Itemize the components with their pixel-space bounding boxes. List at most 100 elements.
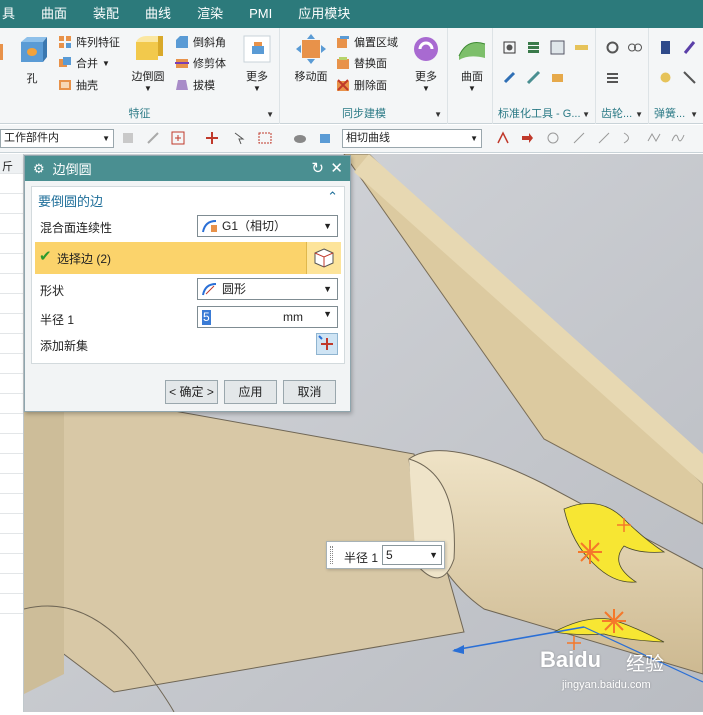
- bolt-icon[interactable]: [502, 40, 517, 55]
- draft-button[interactable]: 拔模: [175, 75, 215, 95]
- offset-region-button[interactable]: 偏置区域: [336, 32, 398, 52]
- ok-button[interactable]: < 确定 >: [165, 380, 218, 404]
- snap-icon[interactable]: [146, 131, 160, 145]
- bearing-icon[interactable]: [658, 70, 673, 85]
- gear-icon[interactable]: [605, 40, 620, 55]
- close-icon[interactable]: ✕: [330, 159, 343, 177]
- apply-button[interactable]: 应用: [224, 380, 277, 404]
- cursor-icon[interactable]: [232, 131, 246, 145]
- feature-more-dropdown-arrow[interactable]: ▼: [253, 84, 261, 93]
- side-face[interactable]: [24, 384, 64, 694]
- navigator-row[interactable]: [0, 594, 23, 614]
- spring-group-dropdown[interactable]: ▼: [690, 110, 698, 119]
- navigator-row[interactable]: [0, 454, 23, 474]
- drag-handle[interactable]: [330, 546, 333, 564]
- pin-icon[interactable]: [682, 40, 697, 55]
- navigator-row[interactable]: [0, 234, 23, 254]
- hole-button[interactable]: 孔: [14, 36, 50, 86]
- menu-item-tools[interactable]: 具: [0, 0, 28, 28]
- navigator-row[interactable]: [0, 474, 23, 494]
- menu-item-pmi[interactable]: PMI: [236, 0, 285, 28]
- grid-icon[interactable]: [550, 40, 565, 55]
- wrench-icon[interactable]: [502, 70, 517, 85]
- shape-select[interactable]: 圆形 ▼: [197, 278, 338, 300]
- navigator-row[interactable]: [0, 314, 23, 334]
- filter-icon[interactable]: [121, 131, 135, 145]
- gear-group-dropdown[interactable]: ▼: [635, 110, 643, 119]
- stack-icon[interactable]: [526, 40, 541, 55]
- arc-icon[interactable]: [621, 131, 635, 145]
- gear-list-icon[interactable]: [605, 70, 620, 85]
- ruler-icon[interactable]: [574, 40, 589, 55]
- body-select-icon[interactable]: [318, 131, 332, 145]
- line-icon[interactable]: [572, 131, 586, 145]
- menu-item-curve[interactable]: 曲线: [132, 0, 184, 28]
- navigator-row[interactable]: [0, 414, 23, 434]
- navigator-row[interactable]: [0, 194, 23, 214]
- polyline-icon[interactable]: [647, 131, 661, 145]
- delete-face-button[interactable]: 删除面: [336, 75, 387, 95]
- navigator-row[interactable]: [0, 294, 23, 314]
- navigator-row[interactable]: [0, 514, 23, 534]
- navigator-row[interactable]: [0, 274, 23, 294]
- curve-rule-combo[interactable]: 相切曲线 ▼: [342, 129, 482, 148]
- navigator-row[interactable]: [0, 354, 23, 374]
- part-icon[interactable]: [550, 70, 565, 85]
- unite-button[interactable]: 合并 ▼: [58, 53, 110, 73]
- cancel-button[interactable]: 取消: [283, 380, 336, 404]
- navigator-row[interactable]: [0, 574, 23, 594]
- navigator-row[interactable]: [0, 374, 23, 394]
- navigator-row[interactable]: [0, 334, 23, 354]
- chevron-down-icon[interactable]: ▼: [323, 309, 332, 319]
- edge-blend-dropdown-arrow[interactable]: ▼: [144, 84, 152, 93]
- selection-scope-combo[interactable]: 工作部件内 ▼: [0, 129, 114, 148]
- radius-input[interactable]: 5 mm ▼: [197, 306, 338, 328]
- trim-body-button[interactable]: 修剪体: [175, 53, 226, 73]
- point-snap-icon[interactable]: [205, 131, 219, 145]
- radius-handle-star[interactable]: [578, 540, 602, 564]
- face-select-icon[interactable]: [293, 131, 307, 145]
- tangent-curve-icon[interactable]: [496, 131, 510, 145]
- rectangle-select-icon[interactable]: [258, 131, 272, 145]
- chamfer-button[interactable]: 倒斜角: [175, 32, 226, 52]
- feature-group-dropdown[interactable]: ▼: [266, 110, 274, 119]
- select-box-icon[interactable]: [171, 131, 185, 145]
- navigator-row[interactable]: [0, 434, 23, 454]
- spline-icon[interactable]: [671, 131, 685, 145]
- surface-button[interactable]: 曲面 ▼: [455, 34, 489, 93]
- arrow-right-icon[interactable]: [520, 131, 534, 145]
- pattern-feature-button[interactable]: 阵列特征: [58, 32, 120, 52]
- menu-item-assembly[interactable]: 装配: [80, 0, 132, 28]
- navigator-row[interactable]: [0, 174, 23, 194]
- radius-tip-input[interactable]: 5 ▼: [382, 545, 442, 565]
- key-icon[interactable]: [682, 70, 697, 85]
- radius-value[interactable]: 5: [202, 310, 211, 325]
- unite-dropdown-arrow[interactable]: ▼: [102, 59, 110, 68]
- intersect-icon[interactable]: [546, 131, 560, 145]
- edge-blend-button[interactable]: 边倒圆 ▼: [128, 34, 168, 93]
- replace-face-button[interactable]: 替换面: [336, 53, 387, 73]
- sync-more-button[interactable]: 更多 ▼: [409, 34, 443, 93]
- menu-item-application[interactable]: 应用模块: [285, 0, 363, 28]
- menu-item-render[interactable]: 渲染: [184, 0, 236, 28]
- navigator-row[interactable]: [0, 554, 23, 574]
- gear-pair-icon[interactable]: [627, 40, 642, 55]
- line2-icon[interactable]: [597, 131, 611, 145]
- sync-more-dropdown-arrow[interactable]: ▼: [422, 84, 430, 93]
- navigator-row[interactable]: [0, 394, 23, 414]
- navigator-row[interactable]: [0, 214, 23, 234]
- extrude-button[interactable]: [0, 36, 14, 70]
- spring-icon[interactable]: [658, 40, 673, 55]
- standard-tools-dropdown[interactable]: ▼: [582, 110, 590, 119]
- navigator-row[interactable]: [0, 494, 23, 514]
- tool-icon[interactable]: [526, 70, 541, 85]
- feature-more-button[interactable]: 更多 ▼: [240, 34, 274, 93]
- blend-continuity-select[interactable]: G1（相切） ▼: [197, 215, 338, 237]
- reset-icon[interactable]: ↻: [311, 159, 324, 177]
- settings-gear-icon[interactable]: ⚙: [33, 161, 45, 177]
- select-edge-row[interactable]: ✔ 选择边 (2): [35, 242, 341, 274]
- surface-dropdown-arrow[interactable]: ▼: [468, 84, 476, 93]
- move-face-button[interactable]: 移动面: [291, 34, 331, 84]
- sync-group-dropdown[interactable]: ▼: [434, 110, 442, 119]
- navigator-row[interactable]: [0, 254, 23, 274]
